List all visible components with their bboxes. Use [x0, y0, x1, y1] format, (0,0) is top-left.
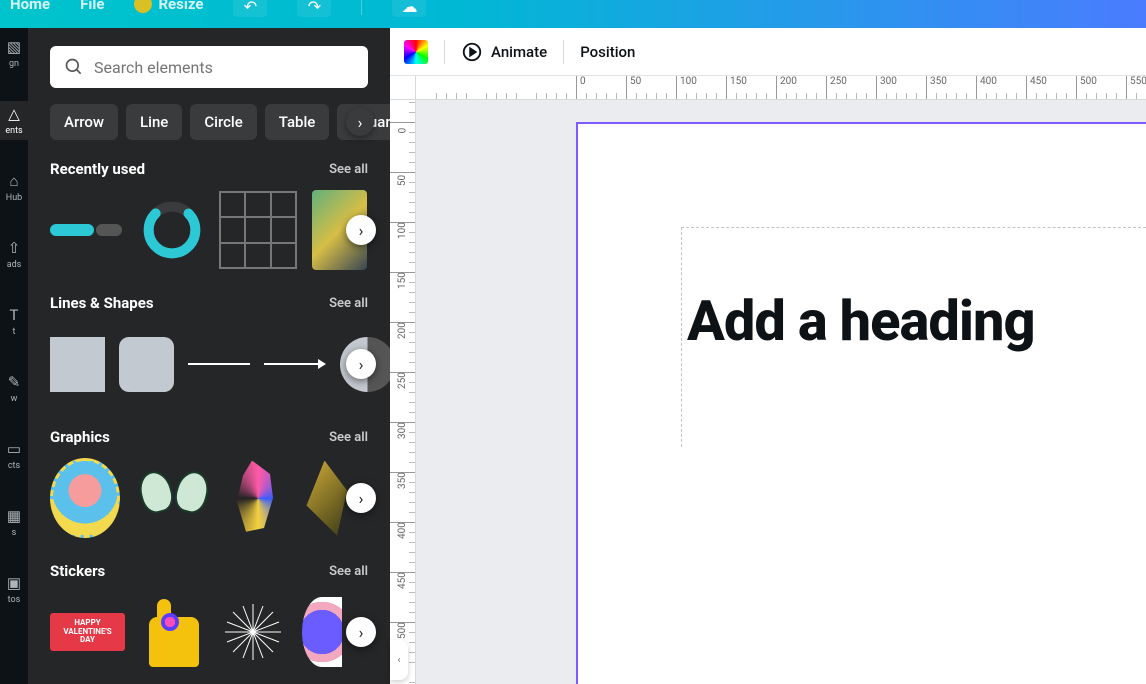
animate-icon — [461, 41, 483, 63]
nav-hub[interactable]: ⌂ Hub — [0, 168, 28, 207]
apps-icon: ▦ — [5, 507, 23, 525]
shape-rounded-square[interactable] — [119, 337, 174, 392]
topbar-file[interactable]: File — [80, 0, 104, 13]
cloud-sync-icon[interactable]: ☁ — [392, 0, 426, 17]
canvas-area[interactable]: Add a heading — [416, 100, 1146, 684]
graphics-scroll-right[interactable]: › — [346, 483, 376, 513]
undo-button[interactable]: ↶ — [233, 0, 267, 17]
panel-collapse-button[interactable]: ‹ — [390, 640, 408, 680]
sticker-sparkle[interactable] — [218, 597, 288, 667]
sticker-valentines[interactable]: HAPPY VALENTINE'S DAY — [50, 597, 125, 667]
search-elements[interactable] — [50, 46, 368, 88]
toolbar-divider — [444, 40, 445, 64]
section-recent: Recently used See all › — [28, 160, 390, 270]
nav-label: t — [13, 327, 16, 337]
chip-line[interactable]: Line — [126, 104, 182, 140]
sticker-flower[interactable] — [302, 597, 342, 667]
canvas-toolbar: Animate Position — [390, 28, 1146, 76]
position-label: Position — [580, 43, 635, 61]
nav-label: Hub — [6, 193, 22, 203]
nav-design[interactable]: ▧ gn — [0, 34, 28, 73]
recent-scroll-right[interactable]: › — [346, 215, 376, 245]
redo-button[interactable]: ↷ — [297, 0, 331, 17]
lines-scroll-right[interactable]: › — [346, 349, 376, 379]
nav-label: ents — [5, 126, 22, 136]
ruler-corner — [390, 76, 416, 100]
app-topbar: Home File Resize ↶ ↷ ☁ — [0, 0, 1146, 28]
element-progress-bar[interactable] — [50, 210, 125, 250]
nav-uploads[interactable]: ⇧ ads — [0, 235, 28, 274]
stickers-scroll-right[interactable]: › — [346, 617, 376, 647]
uploads-icon: ⇧ — [5, 239, 23, 257]
shape-square[interactable] — [50, 337, 105, 392]
crown-icon — [134, 0, 152, 13]
graphic-star[interactable] — [302, 461, 347, 536]
graphics-see-all[interactable]: See all — [329, 430, 368, 445]
nav-draw[interactable]: ✎w — [0, 369, 28, 408]
shape-line[interactable] — [188, 363, 250, 365]
graphic-plants[interactable] — [134, 463, 214, 533]
projects-icon: ▭ — [5, 440, 23, 458]
chip-arrow[interactable]: Arrow — [50, 104, 118, 140]
nav-photos[interactable]: ▣ tos — [0, 570, 28, 609]
vertical-ruler: 050100150200250300350400450500 — [390, 100, 416, 684]
position-button[interactable]: Position — [580, 43, 635, 61]
design-page[interactable]: Add a heading — [576, 122, 1146, 684]
nav-text[interactable]: Tt — [0, 302, 28, 341]
section-lines-shapes: Lines & Shapes See all › — [28, 294, 390, 404]
search-input[interactable] — [94, 58, 354, 77]
graphic-stamp[interactable] — [50, 458, 120, 538]
graphic-thumbs-up[interactable] — [228, 461, 288, 536]
element-grid-table[interactable] — [218, 190, 298, 270]
elements-panel: Arrow Line Circle Table Square › Recentl… — [28, 28, 390, 684]
nav-elements[interactable]: △ ents — [0, 101, 28, 140]
chips-scroll-right[interactable]: › — [346, 108, 374, 136]
nav-label: tos — [8, 595, 21, 605]
left-nav: ▧gn △ents ⌂Hub ⇧ads Tt ✎w ▭cts ▦s ▣tos — [0, 28, 28, 684]
section-stickers: Stickers See all HAPPY VALENTINE'S DAY › — [28, 562, 390, 672]
design-icon: ▧ — [5, 38, 23, 56]
filter-chips: Arrow Line Circle Table Square › — [28, 104, 390, 140]
horizontal-ruler: 050100150200250300350400450500550600 — [416, 76, 1146, 100]
text-frame[interactable]: Add a heading — [681, 227, 1146, 447]
draw-icon: ✎ — [5, 373, 23, 391]
photos-icon: ▣ — [5, 574, 23, 592]
section-title: Lines & Shapes — [50, 294, 154, 312]
topbar-resize-label: Resize — [158, 0, 203, 13]
shape-arrow-line[interactable] — [264, 359, 326, 369]
sticker-pointer-hand[interactable] — [139, 597, 204, 667]
search-icon — [64, 57, 84, 77]
color-picker-button[interactable] — [404, 40, 428, 64]
animate-button[interactable]: Animate — [461, 41, 547, 63]
animate-label: Animate — [491, 43, 547, 61]
nav-apps[interactable]: ▦s — [0, 503, 28, 542]
nav-label: s — [12, 528, 17, 538]
chip-table[interactable]: Table — [265, 104, 330, 140]
element-donut-chart[interactable] — [139, 198, 204, 263]
topbar-resize[interactable]: Resize — [134, 0, 203, 13]
section-graphics: Graphics See all › — [28, 428, 390, 538]
sticker-text: HAPPY VALENTINE'S DAY — [50, 613, 125, 651]
nav-label: gn — [9, 59, 19, 69]
section-title: Stickers — [50, 562, 105, 580]
heading-text[interactable]: Add a heading — [687, 288, 1146, 354]
section-title: Graphics — [50, 428, 110, 446]
toolbar-divider — [563, 40, 564, 64]
elements-icon: △ — [5, 105, 23, 123]
section-title: Recently used — [50, 160, 145, 178]
nav-label: ads — [7, 260, 22, 270]
lines-see-all[interactable]: See all — [329, 296, 368, 311]
chip-circle[interactable]: Circle — [190, 104, 256, 140]
recent-see-all[interactable]: See all — [329, 162, 368, 177]
nav-label: w — [11, 394, 18, 404]
nav-projects[interactable]: ▭ cts — [0, 436, 28, 475]
topbar-home[interactable]: Home — [10, 0, 50, 13]
topbar-divider — [361, 0, 362, 15]
text-icon: T — [5, 306, 23, 324]
nav-label: cts — [8, 461, 20, 471]
hub-icon: ⌂ — [5, 172, 23, 190]
stickers-see-all[interactable]: See all — [329, 564, 368, 579]
